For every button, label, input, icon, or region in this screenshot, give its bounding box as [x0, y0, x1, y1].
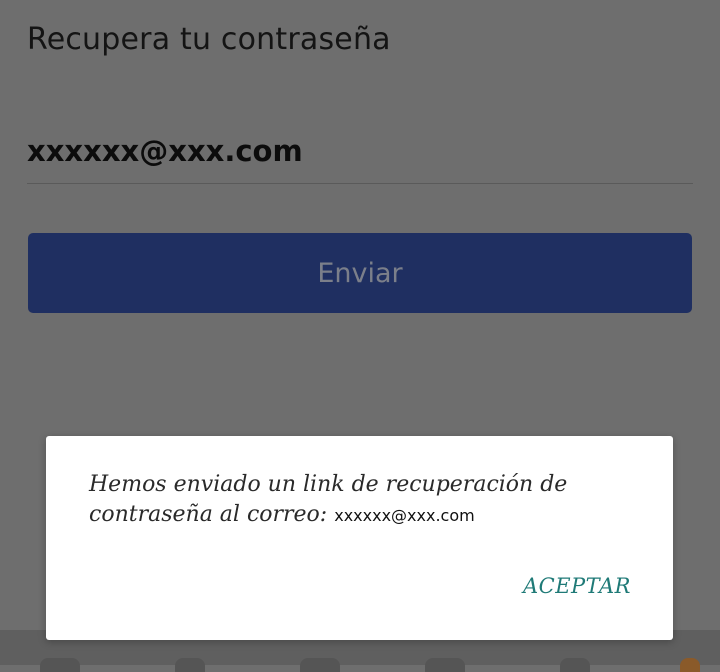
- nav-icon[interactable]: [680, 658, 700, 672]
- dialog-email: xxxxxx@xxx.com: [334, 506, 475, 525]
- nav-icon[interactable]: [40, 658, 80, 672]
- nav-icon[interactable]: [560, 658, 590, 672]
- nav-icon[interactable]: [175, 658, 205, 672]
- nav-icon[interactable]: [300, 658, 340, 672]
- send-button[interactable]: Enviar: [28, 233, 692, 313]
- dialog-message: Hemos enviado un link de recuperación de…: [89, 470, 649, 531]
- dialog-message-text: Hemos enviado un link de recuperación de…: [89, 472, 568, 527]
- email-field[interactable]: [27, 118, 693, 184]
- confirmation-dialog: Hemos enviado un link de recuperación de…: [46, 436, 673, 640]
- nav-icon[interactable]: [425, 658, 465, 672]
- accept-button[interactable]: ACEPTAR: [523, 574, 631, 598]
- page-title: Recupera tu contraseña: [27, 22, 391, 57]
